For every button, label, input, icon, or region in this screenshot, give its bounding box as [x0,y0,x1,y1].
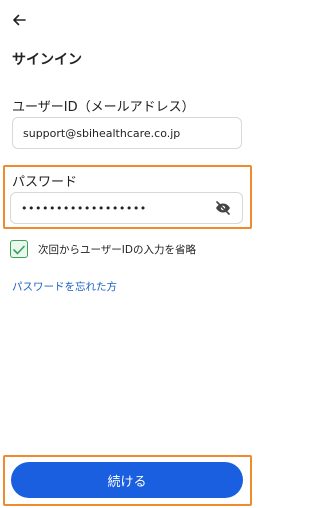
remember-userid-checkbox-row[interactable]: 次回からユーザーIDの入力を省略 [10,240,196,258]
page-title: サインイン [12,52,82,68]
remember-checkbox[interactable] [10,240,28,258]
password-value: •••••••••••••••••• [21,201,147,215]
remember-label: 次回からユーザーIDの入力を省略 [38,243,196,256]
check-icon [13,240,25,259]
eye-off-icon[interactable] [214,199,232,217]
userid-label: ユーザーID（メールアドレス） [12,100,195,115]
userid-value: support@sbihealthcare.co.jp [23,126,181,140]
userid-input[interactable]: support@sbihealthcare.co.jp [12,117,242,149]
back-button[interactable] [8,10,30,32]
arrow-left-icon [12,12,26,31]
continue-button[interactable]: 続ける [11,462,243,498]
password-input[interactable]: •••••••••••••••••• [10,192,243,224]
password-label: パスワード [12,175,78,190]
forgot-password-link[interactable]: パスワードを忘れた方 [12,279,117,294]
